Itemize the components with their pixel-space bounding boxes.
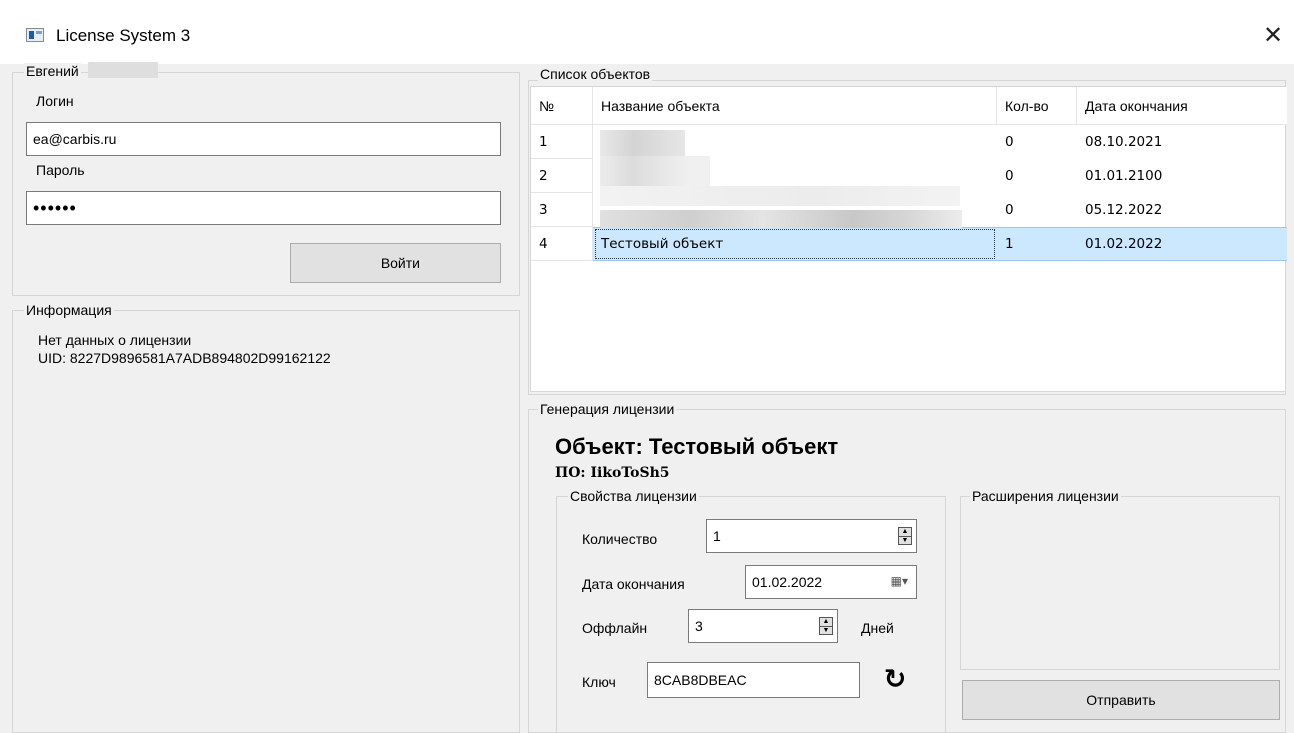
offline-stepper[interactable]: 3 ▲ ▼ [688, 609, 838, 643]
login-label: Логин [36, 93, 74, 109]
quantity-value: 1 [713, 528, 721, 544]
app-icon [26, 28, 44, 42]
offline-value: 3 [695, 618, 703, 634]
quantity-stepper[interactable]: 1 ▲ ▼ [706, 519, 917, 553]
user-name: Евгений [26, 63, 79, 79]
spin-down-icon[interactable]: ▼ [820, 625, 832, 635]
row-date: 01.02.2022 [1077, 227, 1287, 261]
spin-down-icon[interactable]: ▼ [899, 535, 911, 545]
blurred-object-name [600, 210, 962, 228]
extensions-group-title: Расширения лицензии [970, 488, 1121, 504]
blurred-object-name [600, 130, 685, 158]
blurred-object-name [600, 156, 710, 190]
objects-group-title: Список объектов [538, 66, 653, 82]
end-date-label: Дата окончания [582, 576, 685, 592]
window-title: License System 3 [56, 26, 191, 45]
col-header-name[interactable]: Название объекта [593, 87, 997, 125]
row-qty: 0 [1005, 202, 1014, 218]
title-bar [0, 0, 1294, 64]
offline-unit-label: Дней [861, 620, 894, 636]
spin-up-icon[interactable]: ▲ [899, 528, 911, 536]
row-qty: 0 [1005, 134, 1014, 150]
password-label: Пароль [36, 162, 85, 178]
table-row-selected[interactable]: 4 Тестовый объект 1 01.02.2022 [531, 227, 1289, 261]
col-header-qty[interactable]: Кол-во [997, 87, 1077, 125]
info-group-title: Информация [24, 302, 114, 318]
col-header-date[interactable]: Дата окончания [1077, 87, 1287, 125]
calendar-icon[interactable]: ▦▾ [891, 574, 908, 588]
send-button[interactable]: Отправить [962, 680, 1280, 720]
refresh-icon[interactable]: ↻ [880, 664, 910, 694]
login-input[interactable]: ea@carbis.ru [26, 122, 501, 156]
row-qty: 0 [1005, 168, 1014, 184]
blurred-object-name [600, 186, 960, 206]
end-date-picker[interactable]: 01.02.2022 ▦▾ [745, 565, 917, 599]
row-num: 2 [531, 159, 593, 193]
row-num: 1 [531, 125, 593, 159]
row-num: 4 [531, 227, 593, 261]
offline-label: Оффлайн [582, 620, 648, 636]
row-qty: 1 [997, 227, 1077, 261]
row-name: Тестовый объект [593, 227, 997, 261]
object-heading: Объект: Тестовый объект [555, 434, 839, 459]
info-no-license: Нет данных о лицензии [38, 332, 192, 348]
end-date-value: 01.02.2022 [752, 574, 823, 590]
login-button[interactable]: Войти [290, 243, 501, 283]
offline-spin-buttons[interactable]: ▲ ▼ [819, 617, 833, 635]
info-uid: UID: 8227D9896581A7ADB894802D99162122 [38, 350, 331, 366]
row-date: 01.01.2100 [1085, 168, 1163, 184]
properties-group-title: Свойства лицензии [568, 488, 699, 504]
row-date: 08.10.2021 [1085, 134, 1163, 150]
row-date: 05.12.2022 [1085, 202, 1163, 218]
col-header-num[interactable]: № [531, 87, 593, 125]
key-input[interactable]: 8CAB8DBEAC [647, 662, 860, 698]
blurred-surname [88, 62, 158, 78]
spin-up-icon[interactable]: ▲ [820, 618, 832, 626]
row-num: 3 [531, 193, 593, 227]
software-label: ПО: IikoToSh5 [555, 465, 670, 481]
extensions-group [960, 496, 1280, 670]
user-group-title: Евгений [24, 63, 81, 79]
key-label: Ключ [582, 674, 616, 690]
password-input[interactable]: •••••• [26, 191, 501, 225]
info-group [12, 310, 520, 733]
quantity-label: Количество [582, 531, 658, 547]
generation-group-title: Генерация лицензии [538, 401, 677, 417]
close-icon[interactable]: ✕ [1252, 18, 1294, 52]
quantity-spin-buttons[interactable]: ▲ ▼ [898, 527, 912, 545]
